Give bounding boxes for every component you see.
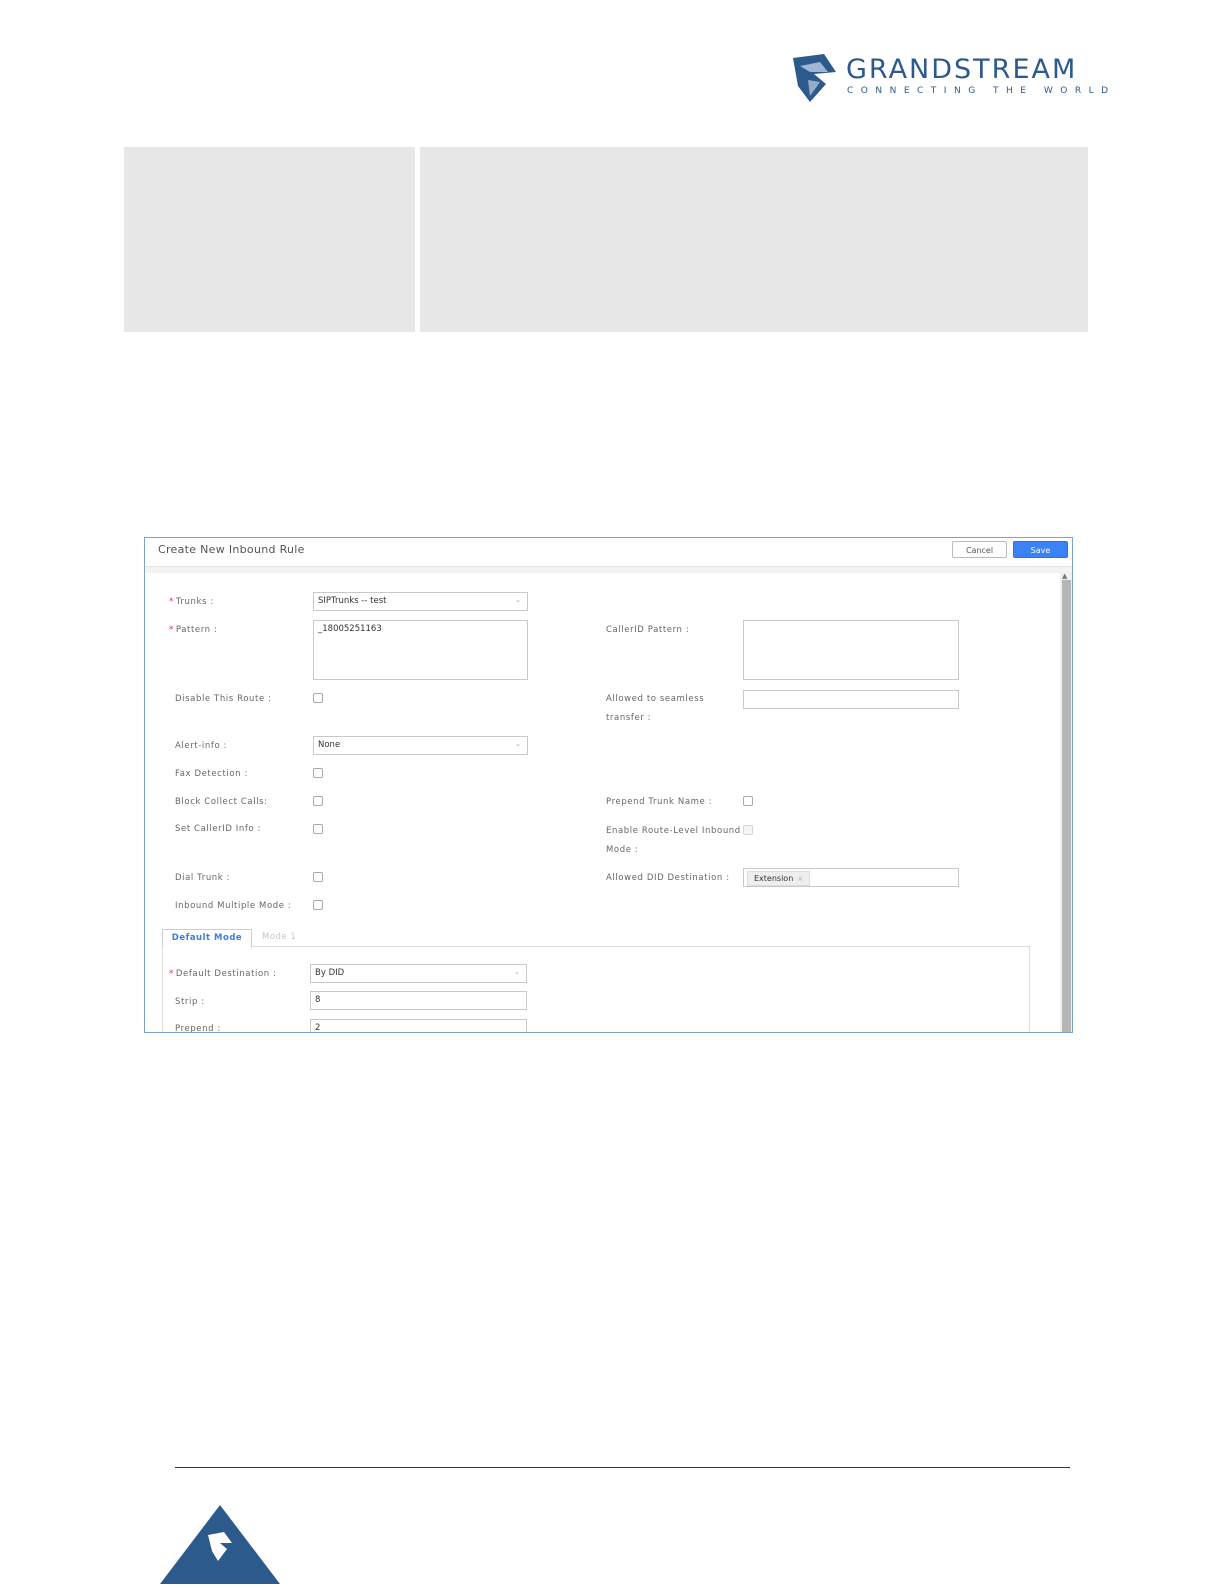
table-cell-right [420,147,1088,332]
block-collect-label: Block Collect Calls: [175,797,268,807]
route-level-label-2: Mode : [606,845,639,855]
dialog-title: Create New Inbound Rule [158,543,305,556]
strip-label: Strip : [175,997,205,1007]
grandstream-logo-icon [793,54,836,102]
default-destination-label: * Default Destination : [169,969,277,979]
header-divider [145,567,1072,573]
prepend-input[interactable]: 2 [310,1019,527,1032]
logo-brand: GRANDSTREAM [846,54,1078,85]
footer-rule [175,1467,1070,1468]
tab-mode-1[interactable]: Mode 1 [262,929,296,946]
set-callerid-label: Set CallerID Info : [175,824,262,834]
save-button[interactable]: Save [1013,541,1068,558]
trunks-label: * Trunks : [169,597,214,607]
allowed-did-multiselect[interactable]: Extension × [743,868,959,887]
seamless-transfer-label: Allowed to seamless [606,694,705,704]
callerid-pattern-textarea[interactable] [743,620,959,680]
allowed-did-tag[interactable]: Extension × [747,871,811,886]
pattern-label: * Pattern : [169,625,218,635]
alert-info-value: None [318,740,341,750]
prepend-trunk-checkbox[interactable] [743,796,753,806]
disable-route-label: Disable This Route : [175,694,272,704]
inbound-multiple-label: Inbound Multiple Mode : [175,901,292,911]
trunks-select-value: SIPTrunks -- test [318,596,387,606]
alert-info-select[interactable]: None ⌄ [313,736,528,755]
seamless-transfer-input[interactable] [743,690,959,709]
strip-input[interactable]: 8 [310,991,527,1010]
chevron-down-icon: ⌄ [514,968,520,976]
table-cell-left [124,147,415,332]
pattern-value: _18005251163 [318,624,382,634]
pattern-textarea[interactable]: _18005251163 [313,620,528,680]
logo-tagline: CONNECTING THE WORLD [847,86,1116,96]
route-level-checkbox[interactable] [743,825,753,835]
callerid-pattern-label: CallerID Pattern : [606,625,690,635]
scroll-up-icon[interactable]: ▲ [1062,572,1067,580]
route-level-label: Enable Route-Level Inbound [606,826,741,836]
prepend-trunk-label: Prepend Trunk Name : [606,797,713,807]
scrollbar[interactable]: ▲ [1060,572,1072,1032]
chevron-down-icon: ⌄ [515,740,521,748]
prepend-label: Prepend : [175,1024,221,1033]
fax-detection-checkbox[interactable] [313,768,323,778]
inbound-multiple-checkbox[interactable] [313,900,323,910]
dial-trunk-label: Dial Trunk : [175,873,231,883]
default-destination-select[interactable]: By DID ⌄ [310,964,527,983]
inbound-rule-dialog: Create New Inbound Rule Cancel Save ▲ * T… [144,537,1073,1033]
disable-route-checkbox[interactable] [313,693,323,703]
footer-logo-icon [160,1505,280,1584]
alert-info-label: Alert-info : [175,741,228,751]
grandstream-logo: GRANDSTREAM CONNECTING THE WORLD [790,52,1120,104]
block-collect-checkbox[interactable] [313,796,323,806]
cancel-button[interactable]: Cancel [952,541,1007,558]
dialog-header: Create New Inbound Rule Cancel Save [145,538,1072,567]
close-icon[interactable]: × [797,875,803,883]
mode-panel [162,946,1030,1032]
dial-trunk-checkbox[interactable] [313,872,323,882]
tab-default-mode[interactable]: Default Mode [162,929,252,948]
allowed-did-label: Allowed DID Destination : [606,873,730,883]
chevron-down-icon: ⌄ [515,596,521,604]
trunks-select[interactable]: SIPTrunks -- test ⌄ [313,592,528,611]
fax-detection-label: Fax Detection : [175,769,248,779]
default-destination-value: By DID [315,968,345,978]
set-callerid-checkbox[interactable] [313,824,323,834]
scrollbar-thumb[interactable] [1062,580,1071,1032]
seamless-transfer-label-2: transfer : [606,713,652,723]
